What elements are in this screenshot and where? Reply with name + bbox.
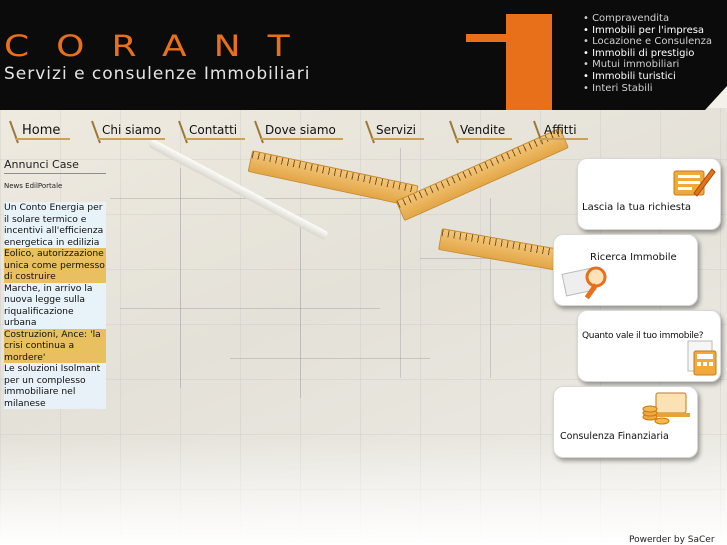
form-pen-icon (673, 168, 716, 197)
main-nav: Home Chi siamo Contatti Dove siamo Servi… (0, 119, 600, 147)
consulenza-finanziaria-label: Consulenza Finanziaria (560, 431, 669, 442)
nav-underline (16, 138, 70, 140)
nav-contatti[interactable]: Contatti (177, 119, 245, 145)
nav-affitti[interactable]: Affitti (532, 119, 588, 145)
news-item[interactable]: Le soluzioni Isolmant per un complesso i… (4, 363, 106, 409)
magnifier-document-icon (561, 266, 607, 300)
sidebar: Annunci Case News EdilPortale Un Conto E… (4, 156, 106, 409)
service-item: Compravendita (583, 13, 712, 25)
news-item[interactable]: Eolico, autorizzazione unica come permes… (4, 248, 106, 283)
nav-servizi[interactable]: Servizi (364, 119, 424, 145)
news-list: Un Conto Energia per il solare termico e… (4, 202, 106, 409)
nav-underline (98, 138, 165, 140)
nav-label: Dove siamo (265, 123, 336, 137)
nav-label: Servizi (376, 123, 417, 137)
news-item[interactable]: Marche, in arrivo la nuova legge sulla r… (4, 282, 106, 329)
consulenza-finanziaria-button[interactable]: Consulenza Finanziaria (553, 386, 698, 458)
valutazione-immobile-button[interactable]: Quanto vale il tuo immobile? (577, 310, 721, 382)
nav-label: Contatti (189, 123, 238, 137)
nav-underline (540, 138, 588, 140)
nav-dove-siamo[interactable]: Dove siamo (253, 119, 343, 145)
nav-vendite[interactable]: Vendite (448, 119, 512, 145)
nav-label: Vendite (460, 123, 506, 137)
valutazione-immobile-label: Quanto vale il tuo immobile? (582, 331, 704, 341)
nav-underline (261, 138, 343, 140)
lascia-richiesta-button[interactable]: Lascia la tua richiesta (577, 158, 721, 230)
ricerca-immobile-button[interactable]: Ricerca Immobile (553, 234, 698, 306)
ricerca-immobile-label: Ricerca Immobile (590, 252, 677, 263)
service-item: Immobili per l'impresa (583, 25, 712, 37)
news-item[interactable]: Costruzioni, Ance: 'la crisi continua a … (4, 328, 106, 363)
service-item: Immobili turistici (583, 71, 712, 83)
service-item: Interi Stabili (583, 83, 712, 95)
site-header: CORANT Servizi e consulenze Immobiliari … (0, 0, 727, 110)
footer-credit[interactable]: Powerder by SaCer (629, 535, 727, 545)
calculator-document-icon (687, 340, 717, 376)
service-item: Immobili di prestigio (583, 48, 712, 60)
nav-label: Home (22, 123, 61, 138)
annunci-case-link[interactable]: Annunci Case (4, 156, 106, 174)
number-one-logo-icon (466, 14, 552, 110)
coins-laptop-icon (642, 392, 690, 425)
nav-underline (372, 138, 424, 140)
lascia-richiesta-label: Lascia la tua richiesta (582, 202, 692, 213)
service-item: Mutui immobiliari (583, 59, 712, 71)
nav-label: Chi siamo (102, 123, 162, 137)
news-section-title: News EdilPortale (4, 182, 63, 190)
brand-tagline: Servizi e consulenze Immobiliari (4, 64, 311, 84)
nav-underline (185, 138, 245, 140)
nav-label: Affitti (544, 123, 577, 137)
nav-chi-siamo[interactable]: Chi siamo (90, 119, 165, 145)
service-item: Locazione e Consulenza (583, 36, 712, 48)
nav-slash-icon (9, 120, 19, 144)
nav-underline (456, 138, 512, 140)
services-list: Compravendita Immobili per l'impresa Loc… (583, 13, 712, 94)
nav-home[interactable]: Home (8, 119, 70, 145)
news-item[interactable]: Un Conto Energia per il solare termico e… (4, 202, 106, 248)
brand-logo[interactable]: CORANT (4, 30, 317, 64)
